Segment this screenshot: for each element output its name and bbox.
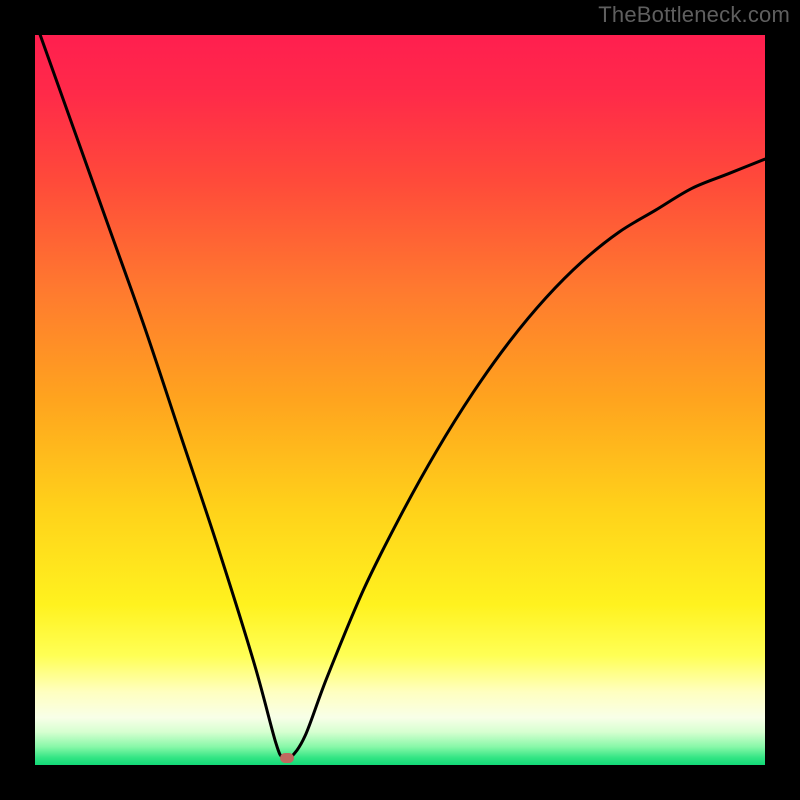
- chart-frame: TheBottleneck.com: [0, 0, 800, 800]
- bottleneck-curve: [35, 35, 765, 765]
- plot-area: [35, 35, 765, 765]
- optimal-point-marker: [280, 753, 294, 763]
- watermark-text: TheBottleneck.com: [598, 2, 790, 28]
